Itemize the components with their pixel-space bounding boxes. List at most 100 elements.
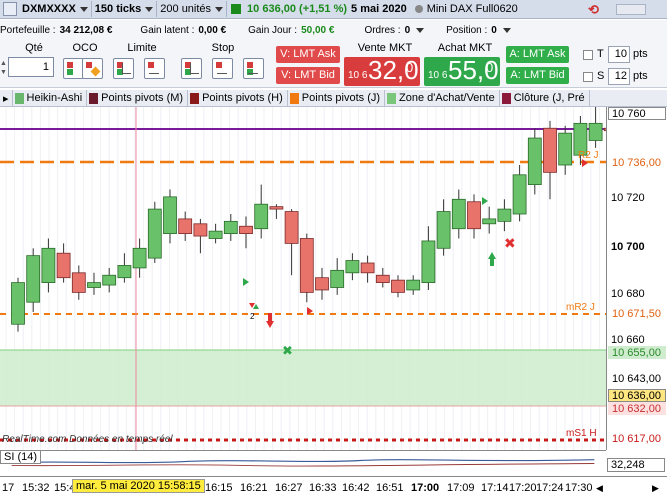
stop-loss-unit: pts [633,70,648,82]
qty-spinner-icon[interactable]: ▲ ▼ [0,59,7,77]
tab-label: Zone d'Achat/Vente [399,92,495,104]
price-chart[interactable]: R2 J mR2 J mS1 H 2 ✖ ✖ [0,107,606,450]
chevron-down-icon [145,6,154,12]
low-price-box: 10 632,00 [608,402,666,415]
candle-up [223,220,238,234]
buy-mkt-label: Achat MKT [437,42,493,54]
rsi-line-2 [11,463,595,467]
quantity-input[interactable]: 1 [8,57,54,77]
candle-down [391,279,405,293]
zone-price-box: 10 655,00 [608,346,666,359]
stop-loss-checkbox[interactable] [583,72,593,82]
candle-up [208,230,223,239]
buy-zone [0,350,606,406]
instrument-select[interactable]: DXMXXXX [19,1,92,17]
latent-gain-value: 0,00 € [198,24,227,36]
refresh-icon[interactable]: ⟲ [588,2,599,18]
candle-down [299,238,314,293]
scroll-left-icon[interactable]: ◀ [596,483,603,494]
position-dropdown-icon[interactable] [502,27,511,33]
product-name: Mini DAX Full0620 [426,3,518,15]
data-provider-watermark: RealTime.com Données en temps réel [2,434,173,445]
last-price-box: 10 636,00 [608,389,666,402]
candle-up [421,240,436,283]
buy-arrow-icon [488,252,496,266]
orders-dropdown-icon[interactable] [416,27,425,33]
time-tick: 16:42 [342,482,370,494]
candle-up [512,174,527,215]
tab-pivots-j[interactable]: Points pivots (J) [288,90,386,106]
tab-label: Clôture (J, Pré [513,92,585,104]
buy-lmt-bid-button[interactable]: A: LMT Bid [506,67,569,84]
portfolio-value: 34 212,08 € [59,24,113,36]
sell-mkt-label: Vente MKT [357,42,413,54]
oco-buy-button[interactable] [63,58,84,79]
buy-price-prefix: 10 6 [428,70,448,81]
color-swatch [190,92,200,104]
candle-down [543,127,557,173]
stop-trailing-button[interactable] [243,58,264,79]
flag-green-icon [243,278,249,286]
rsi-value: 32,248 [607,458,665,472]
green-square-icon [67,69,73,75]
oco-sell-button[interactable] [82,58,103,79]
tab-label: Points pivots (H) [202,92,283,104]
status-dot-icon [414,5,423,13]
stop-sell-button[interactable] [212,58,233,79]
price-tick: 10 700 [611,241,645,253]
tab-heikin-ashi[interactable]: Heikin-Ashi [13,90,88,106]
time-tick: 17:20 [509,482,537,494]
instrument-icon [3,2,17,16]
stop-buy-button[interactable] [181,58,202,79]
level-price-box: 10 643,00 [608,372,666,385]
time-tick: 17:00 [411,482,440,494]
rsi-panel [0,450,606,467]
candle-down [71,272,86,293]
tab-pivots-h[interactable]: Points pivots (H) [188,90,288,106]
mr2-label: mR2 J [566,302,595,313]
units-select[interactable]: 200 unités [157,1,228,17]
candle-up [436,211,451,249]
limit-sell-button[interactable] [144,58,165,79]
signal-number: 2 [250,312,255,321]
limit-buy-button[interactable] [113,58,134,79]
scroll-right-icon[interactable]: ▶ [652,483,659,494]
tab-close[interactable]: Clôture (J, Pré [500,90,590,106]
red-square-icon [86,62,92,68]
sell-price-sup: 0 [406,60,414,75]
price-tick: 10 720 [611,192,645,204]
stop-loss-label: S [597,70,605,82]
sell-lmt-ask-button[interactable]: V: LMT Ask [276,46,340,63]
up-indicator-icon [231,4,242,14]
buy-market-button[interactable]: 10 6 55,0 0 [424,55,500,86]
tab-buy-sell-zone[interactable]: Zone d'Achat/Vente [385,90,500,106]
sell-market-button[interactable]: 10 6 32,0 0 [344,55,420,86]
rsi-label: SI (14) [0,450,42,464]
buy-lmt-ask-button[interactable]: A: LMT Ask [506,46,569,63]
ticks-select[interactable]: 150 ticks [92,1,158,17]
chevron-down-icon [215,6,224,12]
candle-up [11,282,25,325]
take-profit-input[interactable]: 10 [608,46,630,63]
time-tick: 16:27 [275,482,303,494]
color-swatch [387,92,397,104]
take-profit-label: T [597,48,604,60]
tab-pivots-m[interactable]: Points pivots (M) [87,90,189,106]
take-profit-checkbox[interactable] [583,50,593,60]
portfolio-label: Portefeuille : [0,24,56,36]
orders-value: 0 [404,24,411,36]
stop-loss-input[interactable]: 12 [608,68,630,85]
candle-down [178,218,193,235]
time-tick: 17:30 [565,482,593,494]
time-tick: 16:33 [309,482,337,494]
window-controls[interactable] [616,4,646,15]
sell-lmt-bid-button[interactable]: V: LMT Bid [276,67,340,84]
rsi-line [11,459,595,464]
candle-up [87,282,101,288]
position-label: Position : [446,24,488,36]
tabs-menu-icon[interactable]: ▸ [0,90,13,106]
price-axis: 10 760 10 736,00 10 720 10 700 10 680 10… [606,107,667,450]
tab-label: Points pivots (J) [301,92,381,104]
stop-icon [190,63,199,74]
candle-up [132,247,147,269]
